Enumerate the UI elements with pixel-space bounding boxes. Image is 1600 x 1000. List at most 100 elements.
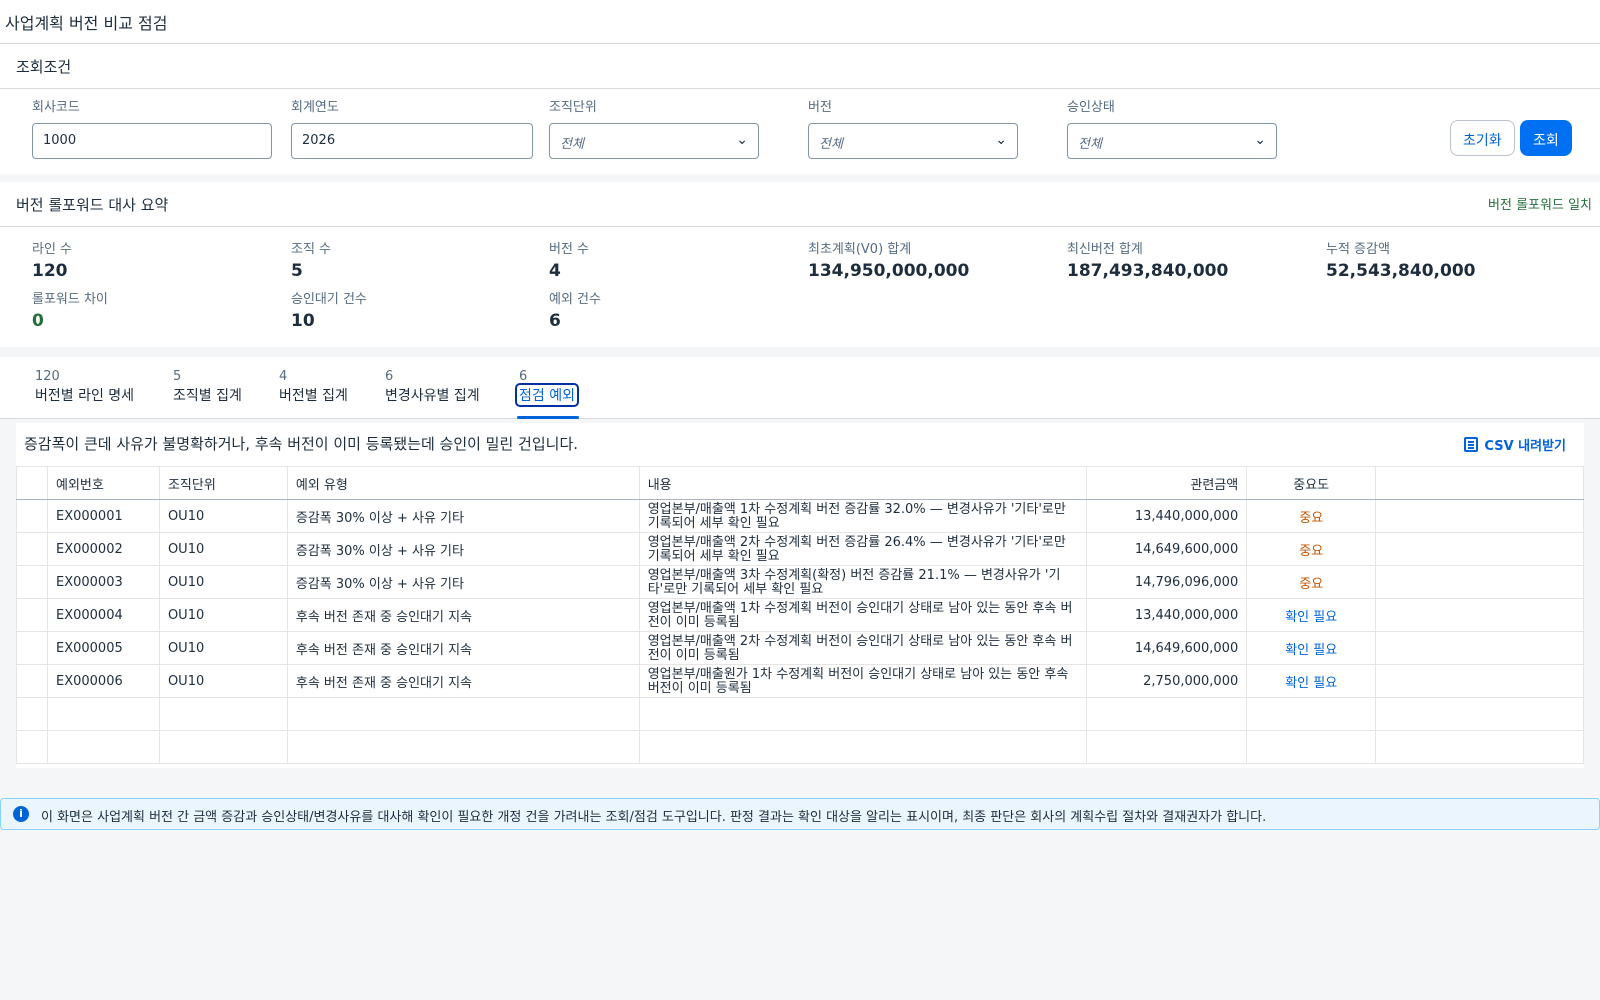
row-selector[interactable] (16, 598, 48, 632)
row-selector[interactable] (16, 532, 48, 566)
cell-severity: 중요 (1246, 499, 1377, 533)
stat-label: 조직 수 (291, 242, 332, 257)
version-field: 버전 전체 ⌄ (808, 96, 1018, 159)
tab-line-detail[interactable]: 120 버전별 라인 명세 (35, 369, 134, 405)
active-tab-indicator (517, 416, 579, 419)
row-selector[interactable] (16, 499, 48, 533)
stat-exception-count: 예외 건수 6 (549, 288, 601, 331)
csv-download-button[interactable]: CSV 내려받기 (1464, 435, 1566, 454)
stat-value: 10 (291, 311, 315, 331)
cell-id: EX000005 (46, 631, 160, 665)
fiscal-year-input[interactable]: 2026 (291, 123, 533, 159)
cell-id: EX000006 (46, 664, 160, 698)
stat-version-count: 버전 수 4 (549, 238, 589, 281)
row-selector[interactable] (16, 664, 48, 698)
cell-content: 영업본부/매출액 3차 수정계획(확정) 버전 증감률 21.1% — 변경사유… (638, 565, 1088, 599)
fiscal-year-label: 회계연도 (291, 100, 339, 115)
empty-cell (46, 697, 160, 731)
approval-status-field: 승인상태 전체 ⌄ (1067, 96, 1277, 159)
tab-label: 버전별 라인 명세 (35, 388, 135, 404)
empty-row (16, 697, 1584, 731)
version-value: 전체 (819, 137, 843, 152)
column-header-type[interactable]: 예외 유형 (286, 466, 640, 500)
stat-label: 최초계획(V0) 합계 (808, 242, 912, 257)
cell-id: EX000002 (46, 532, 160, 566)
stat-value: 134,950,000,000 (808, 261, 970, 281)
empty-cell (158, 730, 288, 764)
empty-cell (286, 697, 640, 731)
search-button[interactable]: 조회 (1520, 120, 1572, 156)
stat-label: 최신버전 합계 (1067, 242, 1143, 257)
cell-filler (1375, 499, 1584, 533)
cell-id: EX000001 (46, 499, 160, 533)
chevron-down-icon: ⌄ (736, 132, 748, 148)
empty-cell (1375, 697, 1584, 731)
cell-type: 후속 버전 존재 중 승인대기 지속 (286, 631, 640, 665)
table-row[interactable]: EX000003 OU10 증감폭 30% 이상 + 사유 기타 영업본부/매출… (16, 565, 1584, 599)
summary-title-text: 버전 롤포워드 대사 요약 (16, 196, 169, 214)
table-header-row: 예외번호 조직단위 예외 유형 내용 관련금액 중요도 (16, 466, 1584, 500)
cell-amount: 13,440,000,000 (1086, 499, 1248, 533)
tab-bar: 120 버전별 라인 명세 5 조직별 집계 4 버전별 집계 6 변경사유별 … (0, 357, 1600, 419)
info-notice: i 이 화면은 사업계획 버전 간 금액 증감과 승인상태/변경사유를 대사해 … (0, 798, 1600, 830)
csv-download-label: CSV 내려받기 (1484, 439, 1566, 454)
tab-label: 조직별 집계 (173, 388, 242, 404)
chevron-down-icon: ⌄ (995, 132, 1007, 148)
cell-content: 영업본부/매출액 2차 수정계획 버전 증감률 26.4% — 변경사유가 '기… (638, 532, 1088, 566)
empty-cell (46, 730, 160, 764)
org-unit-select[interactable]: 전체 ⌄ (549, 123, 759, 159)
column-header-severity[interactable]: 중요도 (1246, 466, 1377, 500)
tab-change-reason-summary[interactable]: 6 변경사유별 집계 (385, 369, 480, 405)
tab-org-summary[interactable]: 5 조직별 집계 (173, 369, 242, 405)
cell-amount: 14,649,600,000 (1086, 532, 1248, 566)
column-header-amount[interactable]: 관련금액 (1086, 466, 1248, 500)
tab-count: 6 (385, 369, 394, 384)
approval-status-select[interactable]: 전체 ⌄ (1067, 123, 1277, 159)
column-header-id[interactable]: 예외번호 (46, 466, 160, 500)
table-row[interactable]: EX000004 OU10 후속 버전 존재 중 승인대기 지속 영업본부/매출… (16, 598, 1584, 632)
row-selector[interactable] (16, 631, 48, 665)
cell-amount: 14,649,600,000 (1086, 631, 1248, 665)
cell-filler (1375, 565, 1584, 599)
stat-org-count: 조직 수 5 (291, 238, 331, 281)
stat-value: 5 (291, 261, 303, 281)
empty-cell (286, 730, 640, 764)
tab-exceptions[interactable]: 6 점검 예외 (515, 369, 579, 419)
column-header-org[interactable]: 조직단위 (158, 466, 288, 500)
company-code-input[interactable]: 1000 (32, 123, 272, 159)
tab-count: 5 (173, 369, 182, 384)
stat-latest-total: 최신버전 합계 187,493,840,000 (1067, 238, 1228, 281)
stat-label: 예외 건수 (549, 292, 601, 307)
fiscal-year-field: 회계연도 2026 (291, 96, 533, 159)
table-row[interactable]: EX000006 OU10 후속 버전 존재 중 승인대기 지속 영업본부/매출… (16, 664, 1584, 698)
cell-amount: 2,750,000,000 (1086, 664, 1248, 698)
cell-amount: 14,796,096,000 (1086, 565, 1248, 599)
version-select[interactable]: 전체 ⌄ (808, 123, 1018, 159)
table-row[interactable]: EX000005 OU10 후속 버전 존재 중 승인대기 지속 영업본부/매출… (16, 631, 1584, 665)
stat-value: 6 (549, 311, 561, 331)
cell-org: OU10 (158, 598, 288, 632)
tab-label: 버전별 집계 (279, 388, 348, 404)
cell-type: 증감폭 30% 이상 + 사유 기타 (286, 565, 640, 599)
company-code-label: 회사코드 (32, 100, 80, 115)
cell-type: 증감폭 30% 이상 + 사유 기타 (286, 499, 640, 533)
tab-count: 6 (519, 369, 528, 384)
table-row[interactable]: EX000001 OU10 증감폭 30% 이상 + 사유 기타 영업본부/매출… (16, 499, 1584, 533)
cell-filler (1375, 664, 1584, 698)
cell-severity: 확인 필요 (1246, 631, 1377, 665)
cell-filler (1375, 598, 1584, 632)
column-header-content[interactable]: 내용 (638, 466, 1088, 500)
empty-cell (16, 730, 48, 764)
empty-cell (1375, 730, 1584, 764)
row-selector-header[interactable] (16, 466, 48, 500)
empty-cell (1086, 697, 1248, 731)
cell-filler (1375, 532, 1584, 566)
approval-status-label: 승인상태 (1067, 100, 1115, 115)
row-selector[interactable] (16, 565, 48, 599)
empty-cell (158, 697, 288, 731)
chevron-down-icon: ⌄ (1254, 132, 1266, 148)
empty-row (16, 730, 1584, 764)
reset-button[interactable]: 초기화 (1450, 120, 1515, 156)
table-row[interactable]: EX000002 OU10 증감폭 30% 이상 + 사유 기타 영업본부/매출… (16, 532, 1584, 566)
tab-version-summary[interactable]: 4 버전별 집계 (279, 369, 348, 405)
